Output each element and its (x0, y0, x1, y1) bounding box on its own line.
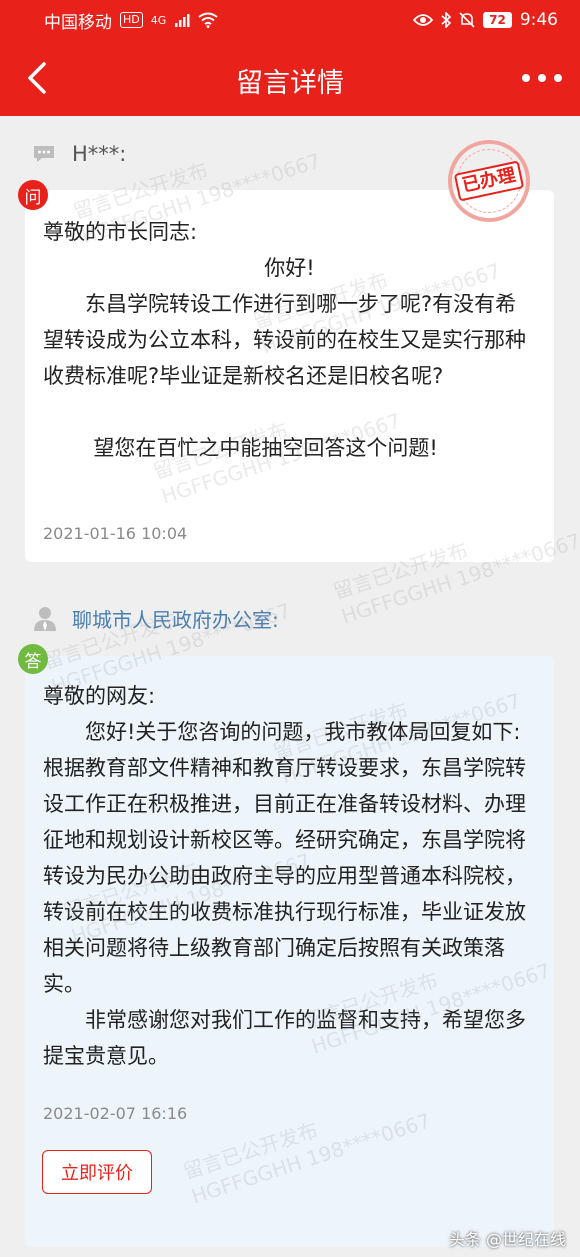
status-bar: 中国移动 HD 4G 72 9:46 (0, 0, 580, 40)
question-closing: 望您在百忙之中能抽空回答这个问题! (93, 436, 438, 460)
more-dot-icon (538, 74, 546, 82)
answer-card: 尊敬的网友: 您好!关于您咨询的问题，我市教体局回复如下:根据教育部文件精神和教… (25, 656, 554, 1247)
question-greeting: 尊敬的市长同志: (43, 220, 198, 244)
answer-greeting: 尊敬的网友: (43, 684, 156, 708)
answer-body: 您好!关于您咨询的问题，我市教体局回复如下:根据教育部文件精神和教育厅转设要求，… (43, 720, 526, 996)
eye-icon (413, 14, 434, 26)
more-dot-icon (522, 74, 530, 82)
question-card: 尊敬的市长同志: 你好! 东昌学院转设工作进行到哪一步了呢?有没有希望转设成为公… (25, 190, 554, 562)
asker-name: H***: (72, 142, 127, 166)
processed-stamp-label: 已办理 (453, 160, 525, 202)
question-spacer (43, 394, 536, 430)
answer-date: 2021-02-07 16:16 (43, 1104, 188, 1123)
rate-button[interactable]: 立即评价 (42, 1150, 152, 1194)
signal-icon (175, 14, 190, 27)
question-body: 东昌学院转设工作进行到哪一步了呢?有没有希望转设成为公立本科，转设前的在校生又是… (43, 292, 526, 388)
carrier-label: 中国移动 (44, 12, 112, 33)
answer-badge: 答 (18, 644, 48, 674)
clock-label: 9:46 (519, 10, 558, 30)
responder-name: 聊城市人民政府办公室: (72, 608, 279, 632)
network-label: 4G (150, 13, 167, 27)
asker-row: H***: (32, 142, 126, 166)
navigation-bar: 留言详情 (0, 40, 580, 116)
responder-row: 聊城市人民政府办公室: (32, 604, 279, 633)
bluetooth-icon (441, 12, 452, 28)
more-options-button[interactable] (522, 68, 562, 88)
comment-icon (34, 146, 54, 162)
page-title: 留言详情 (236, 68, 344, 99)
battery-indicator: 72 (483, 12, 512, 28)
answer-thanks: 非常感谢您对我们工作的监督和支持，希望您多提宝贵意见。 (43, 1008, 526, 1068)
mute-bell-icon (459, 12, 475, 28)
question-date: 2021-01-16 10:04 (43, 524, 188, 543)
official-user-icon (34, 606, 56, 631)
source-tag: 头条 @世纪在线 (448, 1230, 566, 1249)
more-dot-icon (554, 74, 562, 82)
hd-badge: HD (120, 12, 143, 28)
question-hello: 你好! (264, 256, 315, 280)
question-badge: 问 (18, 180, 48, 210)
status-right: 72 9:46 (413, 10, 558, 30)
status-left: 中国移动 HD 4G (44, 8, 218, 33)
wifi-icon (198, 12, 218, 28)
